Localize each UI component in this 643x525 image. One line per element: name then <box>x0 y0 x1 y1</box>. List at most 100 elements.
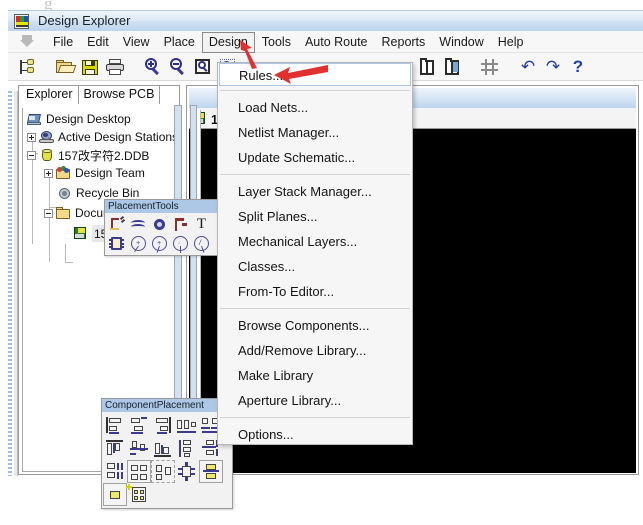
align-right-icon[interactable] <box>151 414 175 437</box>
toolbar-gap-4 <box>504 56 514 78</box>
menu-item-mechanical-layers[interactable]: Mechanical Layers... <box>218 229 412 254</box>
browse-library-icon[interactable] <box>416 56 438 78</box>
menu-item-options[interactable]: Options... <box>218 422 412 447</box>
menu-separator <box>220 417 410 418</box>
design-team-icon <box>56 166 71 180</box>
tree-node-active-design-stations[interactable]: Active Design Stations <box>27 128 178 146</box>
tree-label: Active Design Stations <box>58 130 178 144</box>
menu-design[interactable]: Design <box>202 32 255 53</box>
toolbar-right-group: ↶ ↷ ? <box>416 53 592 81</box>
move-to-grid-icon[interactable] <box>175 460 199 483</box>
zoom-in-icon[interactable] <box>142 56 164 78</box>
menu-item-rules[interactable]: Rules... <box>219 63 411 86</box>
placement-tools-palette: PlacementTools T + + <box>104 199 226 256</box>
redo-icon[interactable]: ↷ <box>542 56 564 78</box>
align-bottom-icon[interactable] <box>151 437 175 460</box>
inner-scrollbar[interactable] <box>190 105 197 407</box>
align-left-icon[interactable] <box>103 414 127 437</box>
place-arc-icon[interactable] <box>128 215 149 234</box>
toolbar-left-group: . <box>16 53 242 81</box>
menu-place[interactable]: Place <box>157 32 202 53</box>
menu-item-make-library[interactable]: Make Library <box>218 363 412 388</box>
align-vertical-center-icon[interactable] <box>127 437 151 460</box>
menu-auto-route[interactable]: Auto Route <box>298 32 375 53</box>
expander-plus-icon[interactable] <box>27 133 36 142</box>
place-radial-dimension-icon[interactable]: / <box>191 234 212 253</box>
expander-minus-icon[interactable] <box>27 151 36 160</box>
print-icon[interactable] <box>104 56 126 78</box>
menu-edit[interactable]: Edit <box>80 32 116 53</box>
tree-label: Recycle Bin <box>76 186 139 200</box>
panel-splitter-scrollbar[interactable] <box>174 105 182 407</box>
place-pad-icon[interactable] <box>170 215 191 234</box>
reposition-selected-icon[interactable] <box>199 460 223 483</box>
tree-node-design-team[interactable]: Design Team <box>44 164 145 182</box>
placement-tools-title[interactable]: PlacementTools <box>105 200 225 213</box>
tab-browse-pcb[interactable]: Browse PCB <box>79 86 161 104</box>
zoom-out-icon[interactable] <box>167 56 189 78</box>
tree-line <box>65 262 73 263</box>
increase-vertical-spacing-icon[interactable] <box>103 460 127 483</box>
tree-node-ddb[interactable]: 157改字符2.DDB <box>27 146 149 164</box>
space-equally-horizontal-icon[interactable] <box>175 414 199 437</box>
zoom-document-icon[interactable] <box>192 56 214 78</box>
save-file-icon[interactable] <box>79 56 101 78</box>
menu-view[interactable]: View <box>116 32 157 53</box>
undo-icon[interactable]: ↶ <box>517 56 539 78</box>
menu-item-browse-components[interactable]: Browse Components... <box>218 313 412 338</box>
browse-library-alt-icon[interactable] <box>441 56 463 78</box>
placement-tools-body: T + + · / <box>105 213 225 255</box>
align-horizontal-center-icon[interactable] <box>127 414 151 437</box>
scrollbar-thumb[interactable] <box>191 106 196 408</box>
place-angular-dimension-icon[interactable]: · <box>170 234 191 253</box>
grid-icon[interactable] <box>479 56 501 78</box>
explorer-panel-tabs: Explorer Browse PCB <box>21 85 160 104</box>
menu-reports[interactable]: Reports <box>375 32 433 53</box>
place-track-icon[interactable] <box>107 215 128 234</box>
design-dropdown-menu: Rules... Load Nets... Netlist Manager...… <box>217 62 413 445</box>
toolbar-gap-3 <box>466 56 476 78</box>
place-dimension-icon[interactable]: + <box>149 234 170 253</box>
place-string-icon[interactable]: T <box>191 215 212 234</box>
tree-line <box>65 244 66 262</box>
menu-item-netlist-manager[interactable]: Netlist Manager... <box>218 120 412 145</box>
menu-window[interactable]: Window <box>432 32 490 53</box>
expander-minus-icon[interactable] <box>44 209 53 218</box>
help-icon[interactable]: ? <box>567 56 589 78</box>
menu-item-update-schematic[interactable]: Update Schematic... <box>218 145 412 170</box>
menu-item-classes[interactable]: Classes... <box>218 254 412 279</box>
interactive-placement-icon[interactable] <box>127 483 151 506</box>
place-component-icon[interactable] <box>107 234 128 253</box>
tree-label: Design Desktop <box>46 112 131 126</box>
explorer-tree-icon[interactable] <box>16 56 38 78</box>
component-placement-title[interactable]: ComponentPlacement <box>102 399 232 412</box>
arrange-outside-board-icon[interactable] <box>151 460 175 483</box>
menu-item-from-to-editor[interactable]: From-To Editor... <box>218 279 412 304</box>
place-coordinate-icon[interactable]: + <box>128 234 149 253</box>
toolbar-gap-1 <box>41 56 51 78</box>
toolbar-gap-2 <box>129 56 139 78</box>
tab-explorer[interactable]: Explorer <box>21 86 79 104</box>
align-top-icon[interactable] <box>103 437 127 460</box>
scrollbar-thumb[interactable] <box>175 106 181 408</box>
space-equally-vertical-icon[interactable] <box>175 437 199 460</box>
menu-item-load-nets[interactable]: Load Nets... <box>218 95 412 120</box>
menu-help[interactable]: Help <box>491 32 531 53</box>
tree-node-design-desktop[interactable]: Design Desktop <box>27 110 131 128</box>
component-placement-body <box>102 412 232 508</box>
menu-item-split-planes[interactable]: Split Planes... <box>218 204 412 229</box>
place-via-icon[interactable] <box>149 215 170 234</box>
arrange-within-room-icon[interactable] <box>127 460 151 483</box>
open-file-icon[interactable] <box>54 56 76 78</box>
menu-separator <box>220 174 410 175</box>
expander-plus-icon[interactable] <box>44 169 53 178</box>
tree-label: 157改字符2.DDB <box>58 147 149 164</box>
menu-item-aperture-library[interactable]: Aperture Library... <box>218 388 412 413</box>
menu-file[interactable]: File <box>46 32 80 53</box>
tree-label: Design Team <box>75 166 145 180</box>
move-component-icon[interactable] <box>103 483 127 506</box>
menu-drag-handle-icon[interactable] <box>20 35 34 48</box>
menu-item-layer-stack-manager[interactable]: Layer Stack Manager... <box>218 179 412 204</box>
menu-tools[interactable]: Tools <box>255 32 298 53</box>
menu-item-add-remove-library[interactable]: Add/Remove Library... <box>218 338 412 363</box>
